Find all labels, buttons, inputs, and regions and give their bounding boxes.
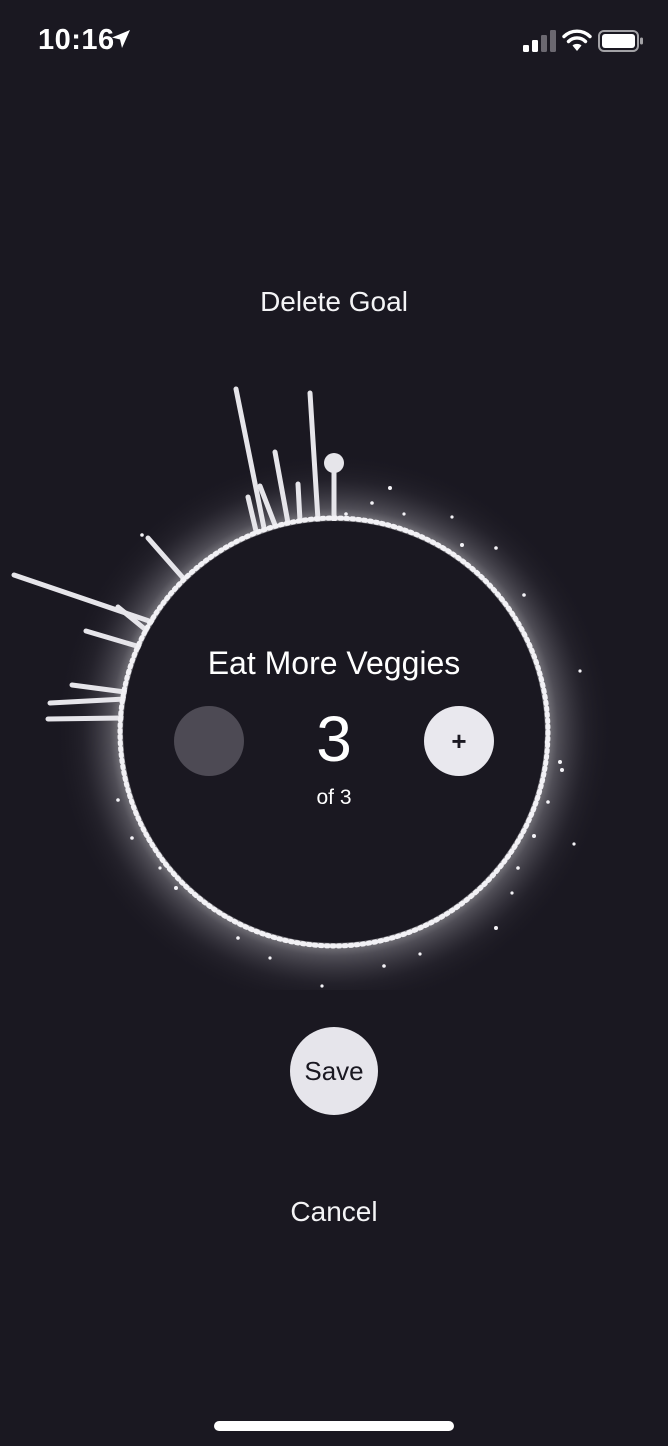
delete-goal-button[interactable]: Delete Goal [0,286,668,318]
save-button[interactable]: Save [290,1027,378,1115]
goal-total: of 3 [316,786,352,809]
increment-button[interactable]: + [424,706,494,776]
status-time: 10:16 [38,24,115,56]
wifi-icon [562,29,592,51]
goal-title: Eat More Veggies [207,645,461,681]
cancel-button[interactable]: Cancel [0,1196,668,1228]
home-indicator[interactable] [214,1421,454,1431]
location-arrow-icon [112,30,130,48]
status-bar: 10:16 [0,0,668,84]
goal-edit-screen: 10:16 Delete Goal Eat More Veggies 3 of … [0,0,668,1446]
cellular-signal-icon [523,30,556,52]
battery-icon [598,30,643,52]
visualizer-peak-dot [324,453,344,473]
decrement-button[interactable] [174,706,244,776]
goal-count: 3 [316,703,352,775]
